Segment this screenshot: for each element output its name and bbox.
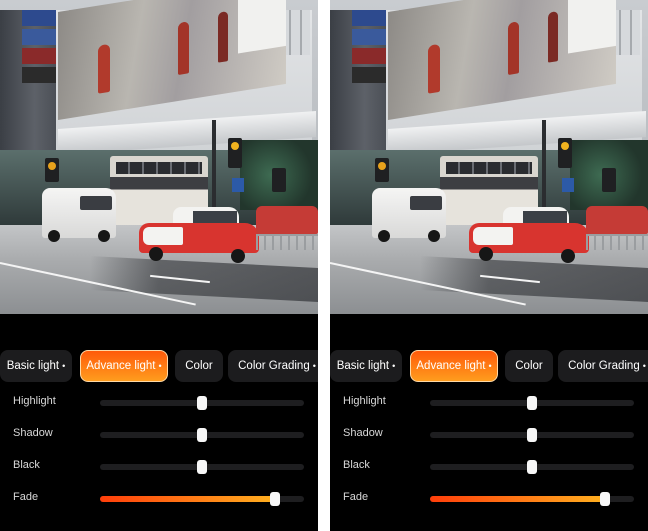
traffic-light-small	[375, 158, 389, 182]
slider-knob[interactable]	[527, 428, 537, 442]
slider-row-shadow: Shadow	[330, 425, 648, 445]
tab-basic-light[interactable]: Basic light •	[0, 350, 72, 382]
slider-row-highlight: Highlight	[330, 393, 648, 413]
photo-preview	[330, 0, 648, 314]
slider-label: Highlight	[343, 395, 386, 407]
slider-label: Black	[13, 459, 40, 471]
tab-color[interactable]: Color	[175, 350, 223, 382]
tab-color[interactable]: Color	[505, 350, 553, 382]
black-slider[interactable]	[100, 460, 304, 474]
slider-row-fade: Fade	[330, 489, 648, 509]
slider-knob[interactable]	[527, 460, 537, 474]
tab-advance-light[interactable]: Advance light •	[410, 350, 498, 382]
tab-label: Advance light	[416, 360, 486, 372]
slider-knob[interactable]	[527, 396, 537, 410]
tab-label: Color Grading	[238, 360, 310, 372]
red-car	[586, 206, 648, 234]
tab-color-grading[interactable]: Color Grading •	[558, 350, 648, 382]
slider-label: Highlight	[13, 395, 56, 407]
tab-label: Basic light	[6, 360, 60, 372]
slider-knob[interactable]	[270, 492, 281, 506]
tab-label: Advance light	[86, 360, 156, 372]
adjustment-tabs: Basic light • Advance light • Color Color …	[0, 350, 318, 382]
tab-color-grading[interactable]: Color Grading •	[228, 350, 318, 382]
traffic-light-right	[602, 168, 616, 192]
slider-row-black: Black	[330, 457, 648, 477]
slider-label: Shadow	[343, 427, 383, 439]
white-van	[42, 188, 116, 242]
traffic-light	[558, 138, 572, 168]
vertical-signs	[22, 10, 56, 105]
tab-basic-light[interactable]: Basic light •	[330, 350, 402, 382]
editor-panel-right: Basic light • Advance light • Color Color …	[330, 0, 648, 531]
tab-dot: •	[642, 361, 646, 371]
traffic-light-right	[272, 168, 286, 192]
tab-dot: •	[312, 361, 316, 371]
shadow-slider[interactable]	[100, 428, 304, 442]
highlight-slider[interactable]	[100, 396, 304, 410]
tab-label: Basic light	[336, 360, 390, 372]
shadow-slider[interactable]	[430, 428, 634, 442]
tab-advance-light[interactable]: Advance light •	[80, 350, 168, 382]
tab-label: Color	[515, 360, 543, 372]
slider-label: Shadow	[13, 427, 53, 439]
road-sign	[232, 178, 244, 192]
photo-preview	[0, 0, 318, 314]
tab-label: Color	[185, 360, 213, 372]
traffic-light	[228, 138, 242, 168]
tab-label: Color Grading	[568, 360, 640, 372]
slider-knob[interactable]	[197, 428, 207, 442]
railing	[256, 234, 318, 250]
adjustment-tabs: Basic light • Advance light • Color Color …	[330, 350, 648, 382]
slider-knob[interactable]	[600, 492, 611, 506]
slider-label: Fade	[13, 491, 39, 503]
slider-row-black: Black	[0, 457, 318, 477]
railing	[586, 234, 648, 250]
fade-slider[interactable]	[100, 492, 304, 506]
slider-knob[interactable]	[197, 460, 207, 474]
editor-panel-left: Basic light • Advance light • Color Color …	[0, 0, 318, 531]
vertical-signs	[352, 10, 386, 105]
tab-dot: •	[392, 361, 396, 371]
traffic-light-small	[45, 158, 59, 182]
slider-label: Black	[343, 459, 370, 471]
white-van	[372, 188, 446, 242]
black-slider[interactable]	[430, 460, 634, 474]
tab-dot: •	[62, 361, 66, 371]
tab-dot: •	[158, 361, 162, 371]
slider-row-shadow: Shadow	[0, 425, 318, 445]
tab-dot: •	[488, 361, 492, 371]
slider-row-fade: Fade	[0, 489, 318, 509]
slider-knob[interactable]	[197, 396, 207, 410]
highlight-slider[interactable]	[430, 396, 634, 410]
slider-row-highlight: Highlight	[0, 393, 318, 413]
road-sign	[562, 178, 574, 192]
fade-slider[interactable]	[430, 492, 634, 506]
slider-label: Fade	[343, 491, 369, 503]
red-taxi	[469, 205, 589, 263]
red-taxi	[139, 205, 259, 263]
red-car	[256, 206, 318, 234]
